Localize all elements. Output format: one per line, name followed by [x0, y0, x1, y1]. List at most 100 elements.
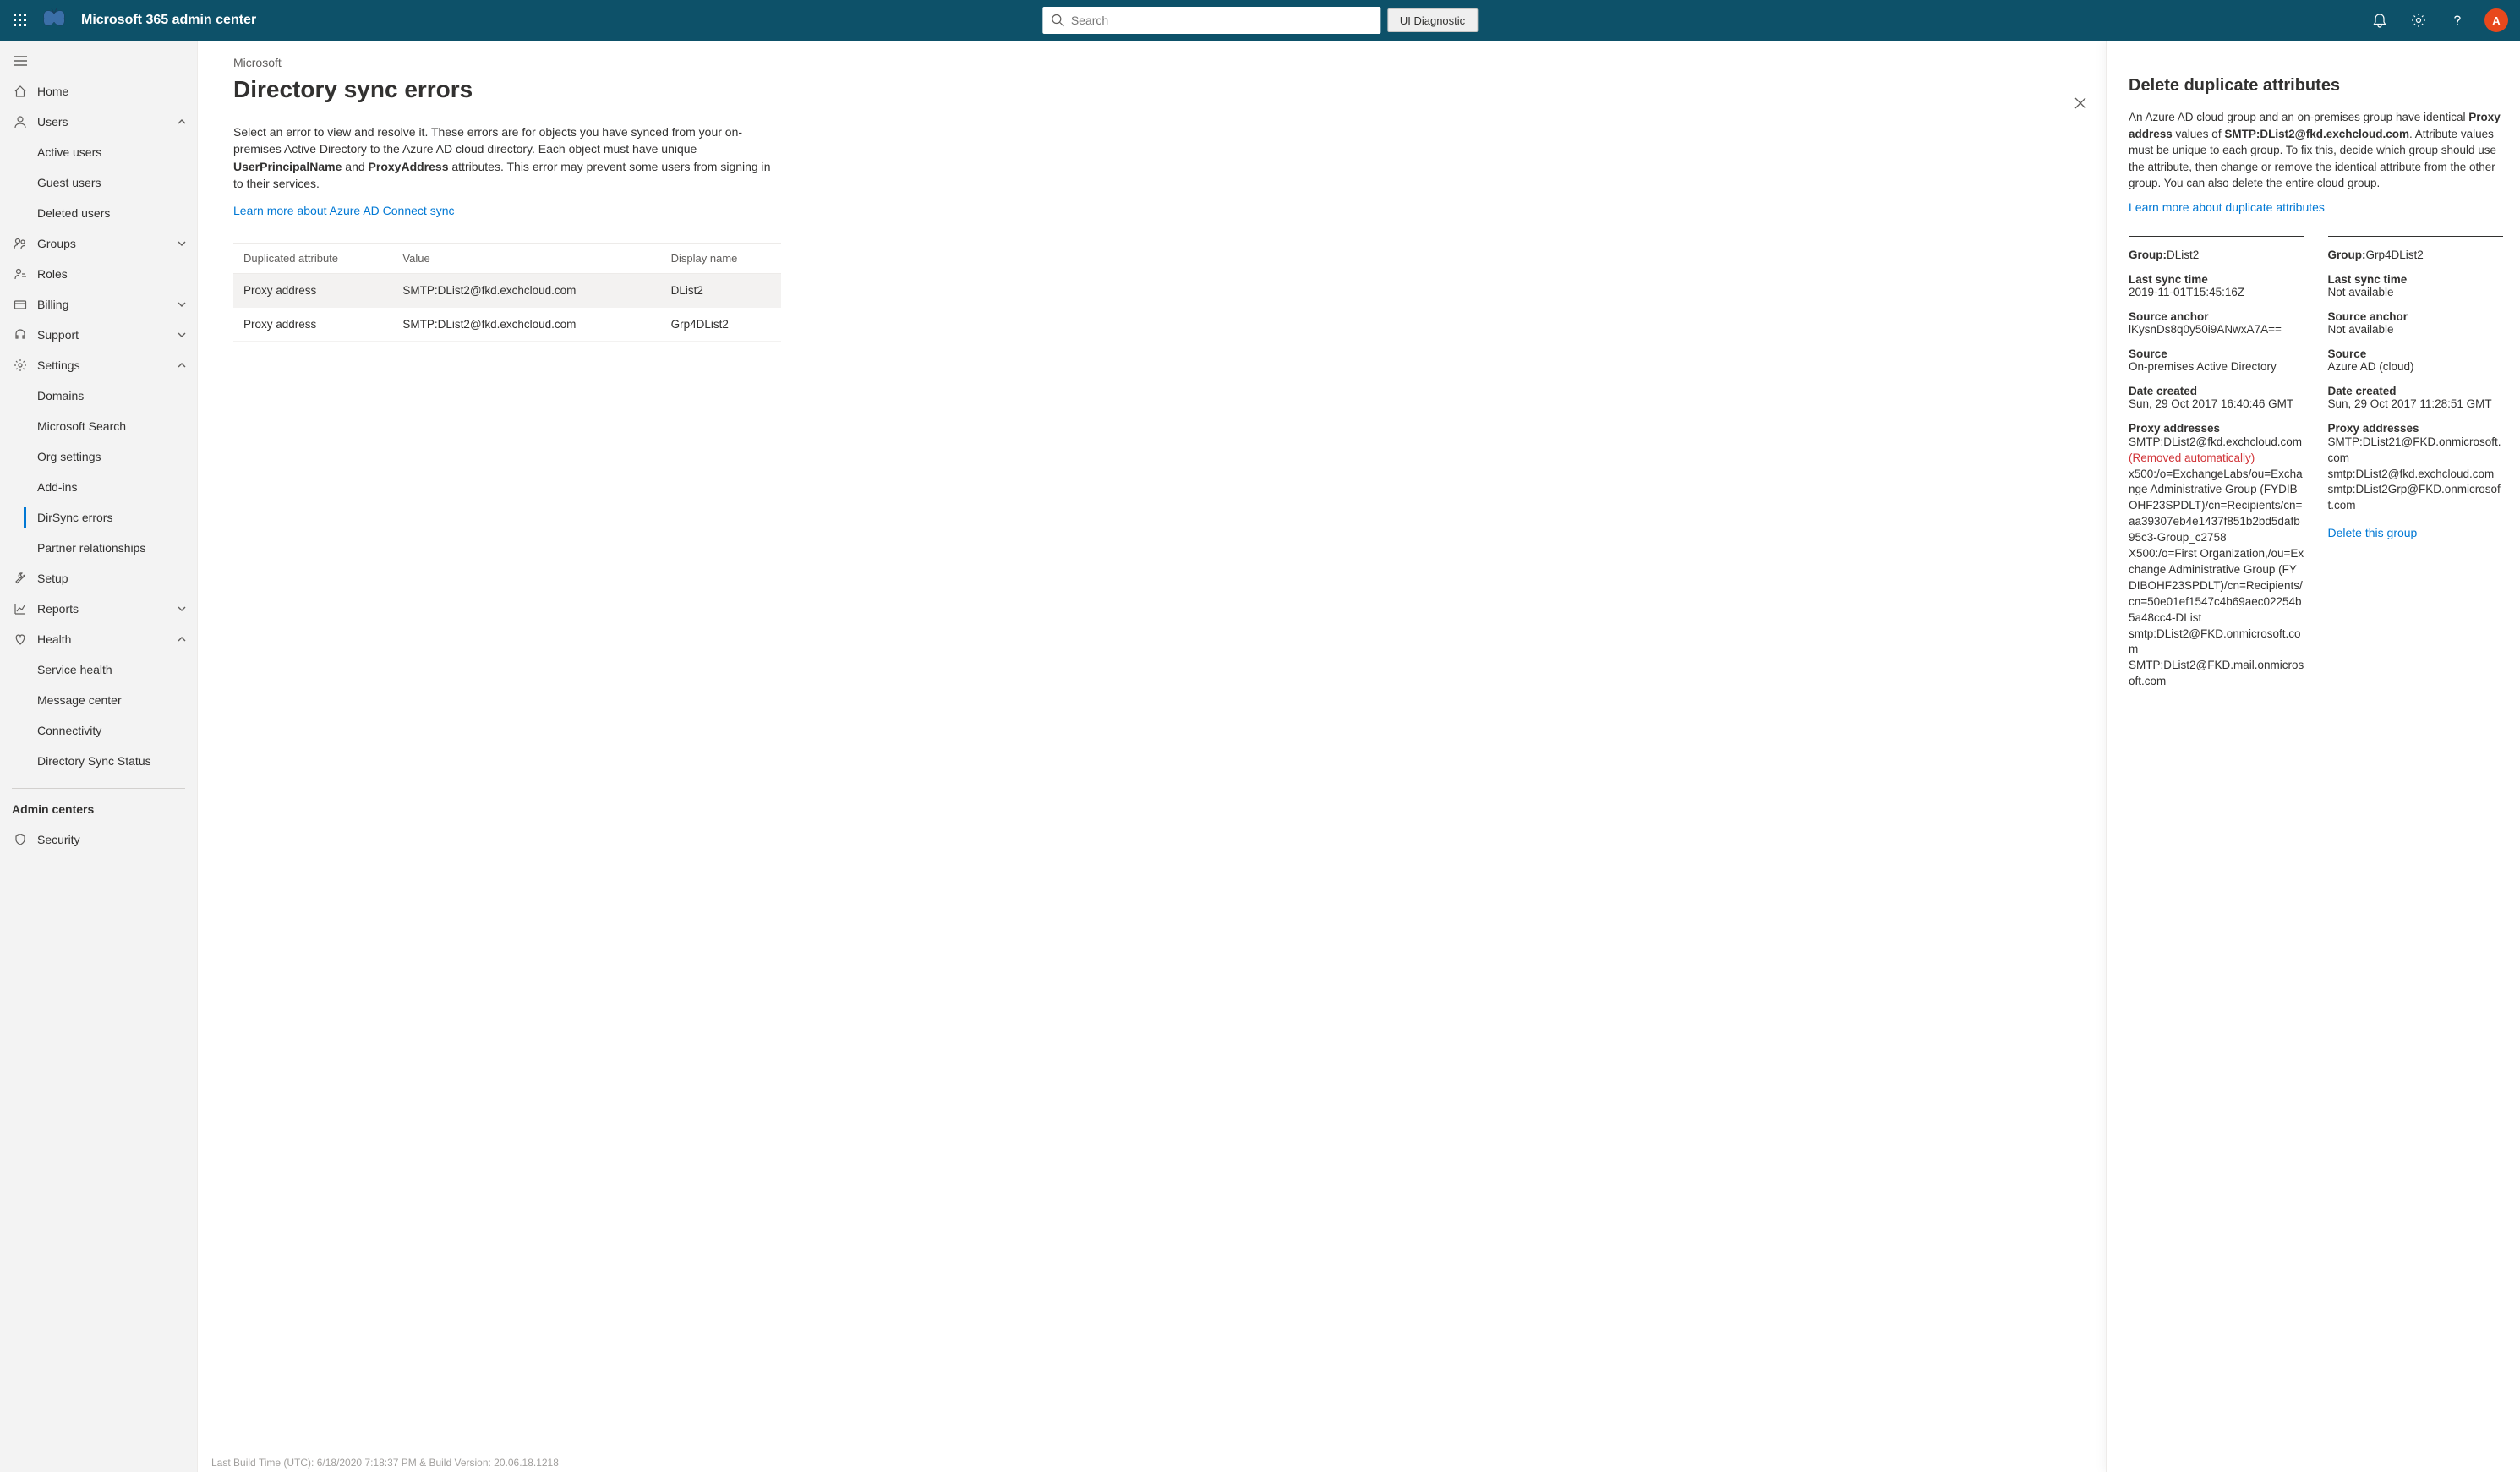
nav-users[interactable]: Users	[0, 107, 197, 137]
chart-icon	[12, 600, 29, 617]
nav-label: Deleted users	[37, 206, 110, 220]
nav-label: Setup	[37, 572, 68, 585]
nav-label: Active users	[37, 145, 101, 159]
chevron-down-icon	[177, 238, 187, 249]
proxy-address: (Removed automatically)	[2129, 451, 2304, 467]
nav-health[interactable]: Health	[0, 624, 197, 654]
home-icon	[12, 83, 29, 100]
proxy-address: x500:/o=ExchangeLabs/ou=Exchange Adminis…	[2129, 467, 2304, 546]
nav-label: Directory Sync Status	[37, 754, 151, 768]
table-row[interactable]: Proxy addressSMTP:DList2@fkd.exchcloud.c…	[233, 274, 781, 308]
table-cell: DList2	[661, 274, 781, 308]
nav-label: Groups	[37, 237, 76, 250]
table-cell: Grp4DList2	[661, 308, 781, 342]
people-icon	[12, 235, 29, 252]
nav-label: Message center	[37, 693, 122, 707]
heart-icon	[12, 631, 29, 648]
nav-label: Microsoft Search	[37, 419, 126, 433]
gear-icon	[2411, 13, 2426, 28]
nav-users-active[interactable]: Active users	[0, 137, 197, 167]
nav-label: Billing	[37, 298, 68, 311]
nav-label: Health	[37, 632, 71, 646]
nav-divider	[12, 788, 185, 789]
chevron-up-icon	[177, 634, 187, 644]
shield-icon	[12, 831, 29, 848]
nav-label: Guest users	[37, 176, 101, 189]
nav-health-service[interactable]: Service health	[0, 654, 197, 685]
nav-settings-mssearch[interactable]: Microsoft Search	[0, 411, 197, 441]
nav-settings-addins[interactable]: Add-ins	[0, 472, 197, 502]
col-value[interactable]: Value	[392, 244, 660, 274]
nav-label: Service health	[37, 663, 112, 676]
table-cell: SMTP:DList2@fkd.exchcloud.com	[392, 308, 660, 342]
wrench-icon	[12, 570, 29, 587]
nav-settings-partner[interactable]: Partner relationships	[0, 533, 197, 563]
nav-reports[interactable]: Reports	[0, 594, 197, 624]
nav-health-dirstatus[interactable]: Directory Sync Status	[0, 746, 197, 776]
help-button[interactable]	[2441, 3, 2474, 37]
breadcrumb: Microsoft	[233, 56, 781, 69]
field-last-sync: Last sync time2019-11-01T15:45:16Z	[2129, 273, 2304, 298]
chevron-down-icon	[177, 299, 187, 309]
app-launcher-button[interactable]	[7, 7, 34, 34]
col-display[interactable]: Display name	[661, 244, 781, 274]
nav-roles[interactable]: Roles	[0, 259, 197, 289]
proxy-address: smtp:DList2Grp@FKD.onmicrosoft.com	[2328, 482, 2504, 514]
nav-groups[interactable]: Groups	[0, 228, 197, 259]
field-created: Date createdSun, 29 Oct 2017 16:40:46 GM…	[2129, 385, 2304, 410]
field-group: Group:Grp4DList2	[2328, 249, 2504, 261]
chevron-down-icon	[177, 330, 187, 340]
intro-text: Select an error to view and resolve it. …	[233, 123, 781, 192]
table-row[interactable]: Proxy addressSMTP:DList2@fkd.exchcloud.c…	[233, 308, 781, 342]
field-created: Date createdSun, 29 Oct 2017 11:28:51 GM…	[2328, 385, 2504, 410]
col-duplicated[interactable]: Duplicated attribute	[233, 244, 392, 274]
ui-diagnostic-button[interactable]: UI Diagnostic	[1387, 8, 1478, 32]
nav-settings-dirsync[interactable]: DirSync errors	[0, 502, 197, 533]
field-source: SourceAzure AD (cloud)	[2328, 347, 2504, 373]
page-title: Directory sync errors	[233, 76, 781, 103]
nav-label: Connectivity	[37, 724, 101, 737]
nav-label: Roles	[37, 267, 68, 281]
nav-collapse-button[interactable]	[0, 46, 197, 76]
col-divider	[2129, 236, 2304, 237]
learn-aadconnect-link[interactable]: Learn more about Azure AD Connect sync	[233, 204, 454, 217]
nav-settings-org[interactable]: Org settings	[0, 441, 197, 472]
field-anchor: Source anchorNot available	[2328, 310, 2504, 336]
nav-label: Add-ins	[37, 480, 77, 494]
nav-health-message[interactable]: Message center	[0, 685, 197, 715]
field-anchor: Source anchorlKysnDs8q0y50i9ANwxA7A==	[2129, 310, 2304, 336]
nav-billing[interactable]: Billing	[0, 289, 197, 320]
nav-users-guest[interactable]: Guest users	[0, 167, 197, 198]
settings-button[interactable]	[2402, 3, 2435, 37]
nav-home[interactable]: Home	[0, 76, 197, 107]
proxy-address: SMTP:DList2@fkd.exchcloud.com	[2129, 435, 2304, 451]
search-icon	[1051, 14, 1064, 27]
nav-support[interactable]: Support	[0, 320, 197, 350]
search-box[interactable]	[1042, 7, 1380, 34]
nav-label: Settings	[37, 358, 80, 372]
details-panel: Delete duplicate attributes An Azure AD …	[2106, 41, 2520, 1472]
proxy-address: smtp:DList2@fkd.exchcloud.com	[2328, 467, 2504, 483]
nav-label: Support	[37, 328, 79, 342]
table-cell: Proxy address	[233, 274, 392, 308]
account-avatar[interactable]: A	[2484, 8, 2508, 32]
card-icon	[12, 296, 29, 313]
learn-duplicate-link[interactable]: Learn more about duplicate attributes	[2129, 200, 2325, 214]
panel-col-right: Group:Grp4DList2 Last sync timeNot avail…	[2328, 236, 2504, 702]
nav-security[interactable]: Security	[0, 824, 197, 855]
proxy-address: SMTP:DList21@FKD.onmicrosoft.com	[2328, 435, 2504, 467]
field-group: Group:DList2	[2129, 249, 2304, 261]
nav-label: Users	[37, 115, 68, 129]
question-icon	[2450, 13, 2465, 28]
field-last-sync: Last sync timeNot available	[2328, 273, 2504, 298]
panel-close-button[interactable]	[2067, 90, 2094, 117]
search-input[interactable]	[1064, 14, 1372, 27]
nav-users-deleted[interactable]: Deleted users	[0, 198, 197, 228]
nav-health-connectivity[interactable]: Connectivity	[0, 715, 197, 746]
notifications-button[interactable]	[2363, 3, 2397, 37]
delete-group-link[interactable]: Delete this group	[2328, 526, 2418, 539]
nav-settings-domains[interactable]: Domains	[0, 380, 197, 411]
nav-setup[interactable]: Setup	[0, 563, 197, 594]
main-content: Microsoft Directory sync errors Select a…	[198, 41, 2106, 1472]
nav-settings[interactable]: Settings	[0, 350, 197, 380]
